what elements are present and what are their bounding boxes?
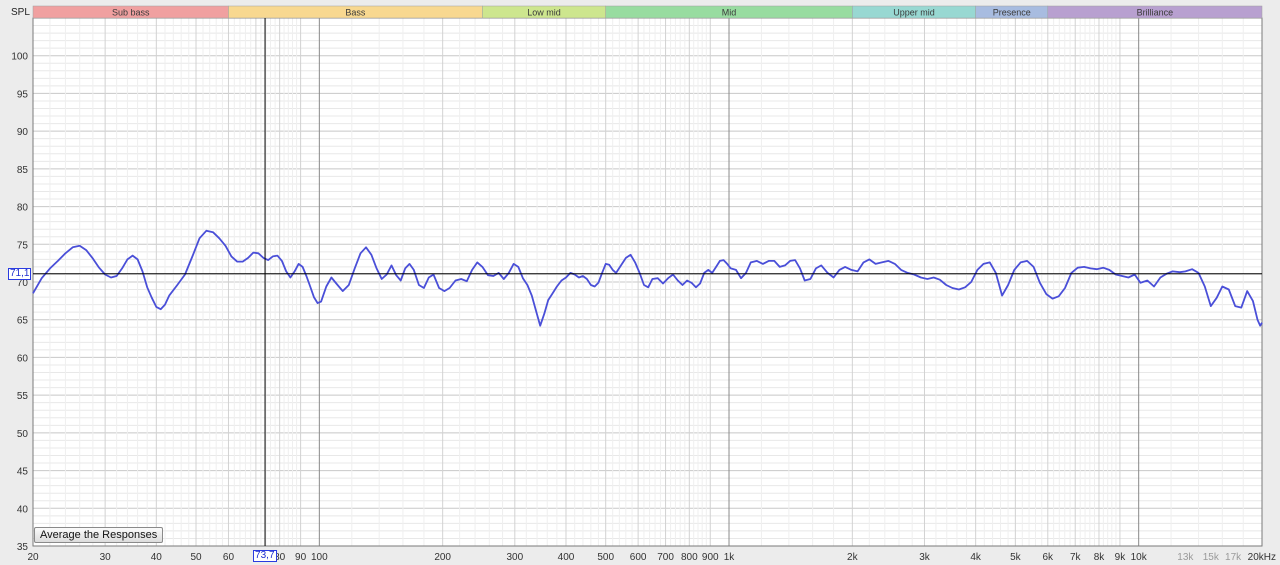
x-tick-label: 7k bbox=[1070, 552, 1082, 563]
y-tick-label: 60 bbox=[17, 353, 29, 364]
chart-canvas[interactable]: Sub bass Bass Low mid Mid Upper mid Presence B… bbox=[0, 0, 1280, 565]
cursor-frequency-readout: 73,7 bbox=[253, 550, 277, 562]
y-tick-label: 95 bbox=[17, 89, 29, 100]
band-label: Brilliance bbox=[1137, 8, 1174, 18]
y-tick-label: 40 bbox=[17, 504, 29, 515]
x-tick-label: 90 bbox=[295, 552, 307, 563]
y-tick-label: 55 bbox=[17, 391, 29, 402]
x-tick-label: 13k bbox=[1177, 552, 1194, 563]
x-tick-label: 8k bbox=[1094, 552, 1106, 563]
frequency-response-chart: Sub bass Bass Low mid Mid Upper mid Presence B… bbox=[0, 0, 1280, 565]
x-tick-label: 40 bbox=[151, 552, 163, 563]
band-label: Sub bass bbox=[112, 8, 150, 18]
x-tick-label: 17k bbox=[1225, 552, 1242, 563]
band-label: Presence bbox=[993, 8, 1031, 18]
x-tick-label: 4k bbox=[970, 552, 982, 563]
band-label: Low mid bbox=[527, 8, 561, 18]
x-tick-label: 15k bbox=[1203, 552, 1220, 563]
x-tick-label: 1k bbox=[724, 552, 736, 563]
band-label: Upper mid bbox=[893, 8, 935, 18]
x-tick-label: 30 bbox=[100, 552, 112, 563]
band-label: Mid bbox=[722, 8, 737, 18]
y-tick-label: 75 bbox=[17, 240, 29, 251]
y-tick-label: 85 bbox=[17, 165, 29, 176]
y-tick-label: 45 bbox=[17, 467, 29, 478]
y-tick-label: 80 bbox=[17, 203, 29, 214]
x-tick-label: 10k bbox=[1131, 552, 1148, 563]
x-tick-label: 500 bbox=[597, 552, 614, 563]
x-tick-label: 200 bbox=[434, 552, 451, 563]
x-tick-label: 300 bbox=[506, 552, 523, 563]
x-tick-label: 900 bbox=[702, 552, 719, 563]
x-tick-label: 20kHz bbox=[1248, 552, 1276, 563]
cursor-spl-readout: 71,1 bbox=[8, 267, 32, 280]
x-tick-label: 400 bbox=[558, 552, 575, 563]
band-label: Bass bbox=[345, 8, 366, 18]
x-tick-label: 800 bbox=[681, 552, 698, 563]
x-tick-label: 100 bbox=[311, 552, 328, 563]
y-axis-label: SPL bbox=[11, 7, 30, 18]
x-tick-label: 9k bbox=[1115, 552, 1127, 563]
y-tick-label: 65 bbox=[17, 316, 29, 327]
x-tick-label: 20 bbox=[27, 552, 39, 563]
x-tick-label: 2k bbox=[847, 552, 859, 563]
x-tick-label: 700 bbox=[657, 552, 674, 563]
y-tick-label: 50 bbox=[17, 429, 29, 440]
x-tick-label: 6k bbox=[1043, 552, 1055, 563]
x-tick-label: 60 bbox=[223, 552, 235, 563]
x-tick-label: 600 bbox=[630, 552, 647, 563]
x-tick-label: 3k bbox=[919, 552, 931, 563]
y-tick-label: 90 bbox=[17, 127, 29, 138]
y-tick-label: 100 bbox=[11, 52, 28, 63]
x-tick-label: 50 bbox=[190, 552, 202, 563]
average-responses-button[interactable]: Average the Responses bbox=[34, 527, 164, 543]
x-tick-label: 5k bbox=[1010, 552, 1022, 563]
